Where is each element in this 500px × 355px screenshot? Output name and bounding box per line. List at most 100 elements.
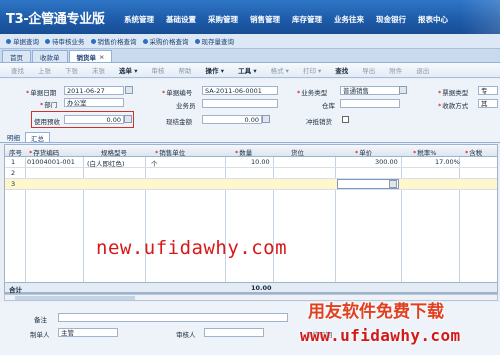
remark-label: 备注: [34, 316, 47, 324]
writeoff-checkbox[interactable]: [342, 116, 349, 123]
table-row-selected[interactable]: 3: [5, 179, 497, 190]
col-code: 存货编码: [29, 147, 59, 157]
row-price[interactable]: 300.00: [375, 158, 398, 166]
tb-last[interactable]: 末张: [85, 65, 112, 75]
warehouse-label: 仓库: [322, 102, 335, 110]
lookup-icon[interactable]: [262, 115, 270, 123]
tb-format[interactable]: 格式 ▾: [264, 65, 296, 75]
document-tabs: 首页 收款单 销货单 ×: [0, 49, 500, 63]
payment-select[interactable]: 其: [478, 99, 498, 108]
row-no: 3: [11, 180, 16, 188]
tab-summary[interactable]: 汇总: [25, 132, 50, 143]
quicklink-pending-audit[interactable]: 待审核业务: [45, 36, 85, 46]
date-field[interactable]: 2011-06-27: [64, 86, 124, 95]
top-nav: 系统管理 基础设置 采购管理 销售管理 库存管理 业务往来 现金银行 报表中心: [118, 14, 454, 25]
prepay-field[interactable]: 0.00: [64, 115, 124, 124]
date-label: 单据日期: [26, 87, 56, 97]
row-no: 2: [11, 169, 16, 177]
nav-purchase[interactable]: 采购管理: [202, 14, 244, 25]
tb-find[interactable]: 查找: [4, 65, 31, 75]
invtype-label: 票据类型: [438, 87, 468, 97]
tb-print[interactable]: 打印 ▾: [296, 65, 328, 75]
app-logo: T3-企管通专业版: [6, 8, 105, 27]
app-title: T3-企管通专业版: [6, 12, 105, 27]
auditor-field: [204, 328, 264, 337]
spec-amount-field[interactable]: 0.00: [202, 115, 262, 124]
spec-amount-label: 现结金额: [166, 118, 192, 126]
lookup-icon[interactable]: [389, 180, 397, 188]
quicklink-purchase-price[interactable]: 采购价格查询: [142, 36, 189, 46]
total-qty: 10.00: [251, 284, 272, 292]
tb-exit[interactable]: 退出: [409, 65, 436, 75]
payment-label: 收款方式: [438, 100, 468, 110]
tab-receipt[interactable]: 收款单: [32, 50, 68, 62]
col-taxed: 含税: [465, 147, 482, 157]
detail-tabs: 明细 汇总: [0, 131, 500, 143]
table-row[interactable]: 2: [5, 168, 497, 179]
tb-tools[interactable]: 工具 ▾: [231, 65, 264, 75]
col-no: 序号: [9, 149, 22, 157]
nav-reports[interactable]: 报表中心: [412, 14, 454, 25]
row-tax[interactable]: 17.00%: [435, 158, 460, 166]
warehouse-field[interactable]: [340, 99, 400, 108]
quicklink-sales-price[interactable]: 销售价格查询: [90, 36, 137, 46]
tb-export[interactable]: 导出: [355, 65, 382, 75]
biztype-label: 业务类型: [297, 87, 327, 97]
bullet-icon: [90, 38, 96, 44]
tb-search[interactable]: 查找: [328, 65, 355, 75]
salesman-field[interactable]: [202, 99, 278, 108]
auditor-label: 审核人: [176, 331, 196, 339]
header-decoration: [460, 0, 500, 34]
bullet-icon: [6, 38, 11, 44]
col-tax: 税率%: [413, 147, 436, 157]
remark-field[interactable]: [58, 313, 288, 322]
quick-links-bar: 单据查询 待审核业务 销售价格查询 采购价格查询 现存量查询: [0, 34, 500, 49]
dept-label: 部门: [40, 99, 57, 109]
quicklink-doc-query[interactable]: 单据查询: [6, 36, 39, 46]
writeoff-label: 冲抵销货: [306, 118, 332, 126]
salesman-label: 业务员: [176, 102, 196, 110]
tb-help[interactable]: 帮助: [172, 65, 199, 75]
tb-select[interactable]: 选单 ▾: [112, 65, 145, 75]
dept-field[interactable]: 办公室: [64, 98, 124, 107]
tb-next[interactable]: 下张: [58, 65, 85, 75]
prepay-label: 使用预收: [34, 118, 60, 126]
row-no: 1: [11, 158, 16, 166]
nav-business[interactable]: 业务往来: [328, 14, 370, 25]
bullet-icon: [142, 38, 148, 44]
col-unit: 销售单位: [155, 147, 185, 157]
grid-header: 序号 存货编码 规格型号 销售单位 数量 货位 单价 税率% 含税: [5, 145, 497, 157]
row-unit[interactable]: 个: [151, 158, 158, 168]
tb-attach[interactable]: 附件: [382, 65, 409, 75]
maker-label: 制单人: [30, 331, 50, 339]
nav-sales[interactable]: 销售管理: [244, 14, 286, 25]
quicklink-stock-query[interactable]: 现存量查询: [194, 36, 234, 46]
close-icon[interactable]: ×: [99, 53, 104, 61]
nav-cash[interactable]: 现金银行: [370, 14, 412, 25]
nav-system[interactable]: 系统管理: [118, 14, 160, 25]
bullet-icon: [45, 38, 50, 44]
chevron-down-icon[interactable]: [399, 86, 407, 94]
nav-inventory[interactable]: 库存管理: [286, 14, 328, 25]
line-items-grid: 序号 存货编码 规格型号 销售单位 数量 货位 单价 税率% 含税 1 0100…: [4, 144, 498, 294]
tab-home[interactable]: 首页: [2, 50, 31, 62]
lookup-icon[interactable]: [124, 115, 132, 123]
row-code[interactable]: 01004001-001: [27, 158, 75, 166]
nav-basic[interactable]: 基础设置: [160, 14, 202, 25]
tb-audit[interactable]: 审核: [145, 65, 172, 75]
tb-prev[interactable]: 上张: [31, 65, 58, 75]
table-row[interactable]: 1 01004001-001 (白人即红色) 个 10.00 300.00 17…: [5, 157, 497, 168]
col-spec: 规格型号: [101, 149, 127, 157]
row-qty[interactable]: 10.00: [251, 158, 270, 166]
tb-operate[interactable]: 操作 ▾: [199, 65, 232, 75]
row-spec[interactable]: (白人即红色): [87, 158, 125, 168]
number-field[interactable]: SA-2011-06-0001: [202, 86, 278, 95]
scrollbar-thumb[interactable]: [15, 296, 135, 300]
tab-sales-order[interactable]: 销货单 ×: [68, 50, 113, 62]
bullet-icon: [194, 38, 200, 44]
calendar-icon[interactable]: [125, 86, 133, 94]
tab-detail[interactable]: 明细: [2, 132, 25, 142]
invtype-select[interactable]: 专: [478, 86, 498, 95]
watermark-text: new.ufidawhy.com: [96, 237, 288, 259]
biztype-select[interactable]: 普通销售: [340, 86, 400, 95]
